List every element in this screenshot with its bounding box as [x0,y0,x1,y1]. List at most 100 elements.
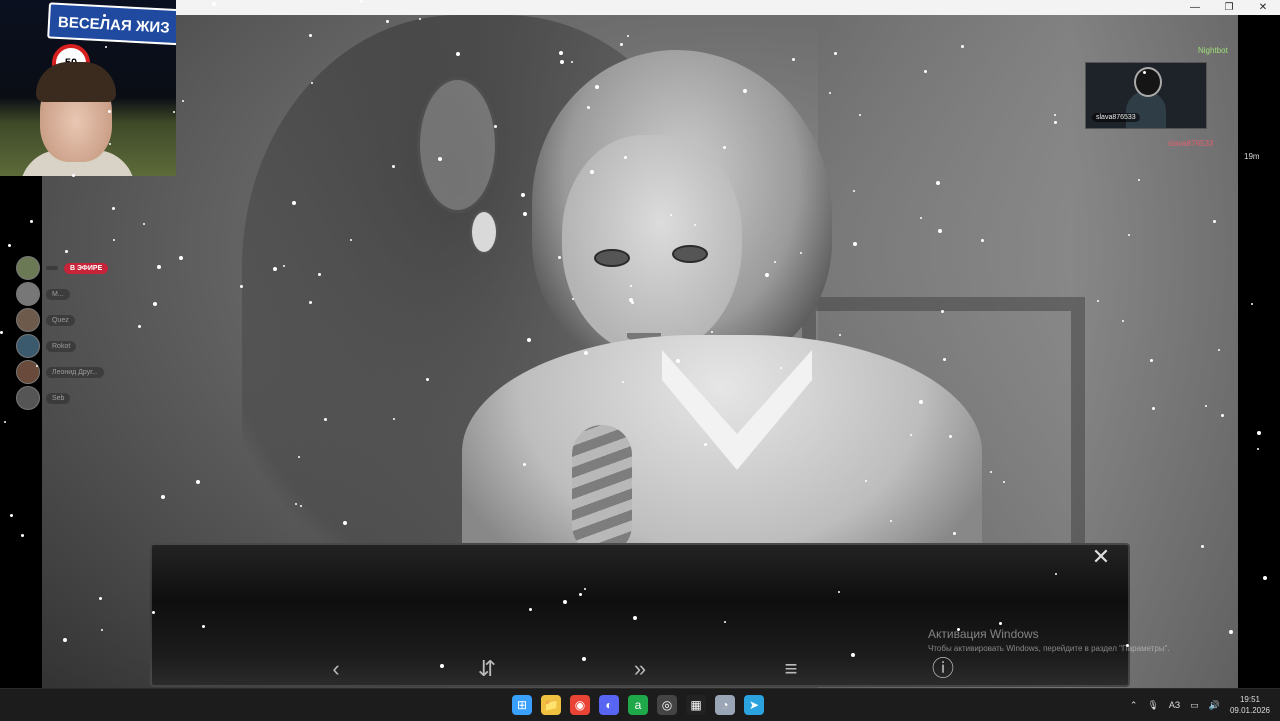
app-a-icon[interactable]: a [628,695,648,715]
snowflake [173,111,175,113]
snowflake [590,170,594,174]
snowflake [1150,359,1153,362]
terminal-icon[interactable]: ▦ [686,695,706,715]
snowflake [1251,303,1253,305]
snowflake [30,220,33,223]
nightbot-label: Nightbot [1198,46,1228,55]
snowflake [630,285,632,287]
snowflake [4,421,6,423]
snowflake [938,229,942,233]
close-window-button[interactable]: ✕ [1246,0,1280,15]
avatar [16,386,40,410]
snowflake [560,60,564,64]
snowflake [182,100,184,102]
snowflake [670,214,672,216]
snowflake [559,51,563,55]
snowflake [587,106,590,109]
snowflake [1263,576,1267,580]
snowflake [622,381,624,383]
snowflake [631,301,634,304]
language-indicator[interactable]: АЗ [1169,700,1180,710]
snowflake [865,480,867,482]
snowflake [521,193,525,197]
clock[interactable]: 19:51 09.01.2026 [1230,694,1270,716]
snowflake [101,629,103,631]
snowflake [438,157,442,161]
snowflake [99,597,102,600]
dialog-close-button[interactable]: ✕ [1090,546,1112,568]
snowflake [8,244,11,247]
snowflake [584,351,588,355]
snowflake [920,217,922,219]
snowflake [152,611,155,614]
snowflake [919,400,923,404]
snowflake [350,239,352,241]
snowflake [780,367,782,369]
snowflake [212,2,216,6]
history-button[interactable]: ⇵ [473,655,501,683]
snowflake [627,35,629,37]
snowflake [949,435,952,438]
network-icon[interactable]: ▭ [1190,700,1199,711]
avatar [16,334,40,358]
chrome-icon[interactable]: ◉ [570,695,590,715]
app-chat-icon[interactable]: ◔ [715,695,735,715]
snowflake [924,70,927,73]
snowflake [694,224,696,226]
snowflake [571,61,573,63]
webcam-overlay: ВЕСЕЛАЯ ЖИЗ 50 [0,0,176,176]
snowflake [153,302,157,306]
file-explorer-icon[interactable]: 📁 [541,695,561,715]
avatar [16,282,40,306]
microphone-icon[interactable]: 🎙 [1147,700,1158,711]
snowflake [392,165,395,168]
skip-button[interactable]: » [626,655,654,683]
snowflake [724,621,726,623]
snowflake [1213,220,1216,223]
windows-taskbar: ⊞ 📁 ◉ ◐ a ◎ ▦ ◔ ➤ ⌃ 🎙 АЗ ▭ 🔊 19:51 09.01.2026 [0,688,1280,721]
info-button[interactable]: ⓘ [929,655,957,683]
maximize-button[interactable]: ❐ [1212,0,1246,15]
snowflake [360,0,363,3]
snowflake [834,52,837,55]
snowflake [765,273,769,277]
alert-figure-head [1134,67,1162,97]
snowflake [957,628,960,631]
obs-icon[interactable]: ◎ [657,695,677,715]
windows-activation-watermark: Активация Windows Чтобы активировать Win… [928,627,1170,653]
snowflake [240,285,243,288]
snowflake [273,267,277,271]
snowflake [311,82,313,84]
windows-start-icon[interactable]: ⊞ [512,695,532,715]
back-button[interactable]: ‹ [322,655,350,683]
discord-icon[interactable]: ◐ [599,695,619,715]
chat-message: Леонид Друг... [46,366,104,378]
snowflake [523,463,526,466]
snowflake [300,505,302,507]
snowflake [910,434,912,436]
snowflake [853,190,855,192]
chevron-up-icon[interactable]: ⌃ [1130,700,1138,711]
snowflake [1128,234,1130,236]
snowflake [838,591,840,593]
telegram-icon[interactable]: ➤ [744,695,764,715]
snowflake [161,495,165,499]
snowflake [10,514,13,517]
minimize-button[interactable]: — [1178,0,1212,15]
snowflake [36,365,38,367]
snowflake [624,156,627,159]
snowflake [386,20,389,23]
snowflake [676,359,680,363]
snowflake [109,143,111,145]
menu-button[interactable]: ≡ [777,655,805,683]
volume-icon[interactable]: 🔊 [1209,700,1220,711]
snowflake [572,298,574,300]
chat-row: Леонид Друг... [16,359,108,385]
snowflake [704,443,707,446]
avatar [16,256,40,280]
snowflake [633,616,637,620]
snowflake [853,242,857,246]
live-badge: В ЭФИРЕ [64,262,109,274]
snowflake [393,418,395,420]
snowflake [113,239,115,241]
